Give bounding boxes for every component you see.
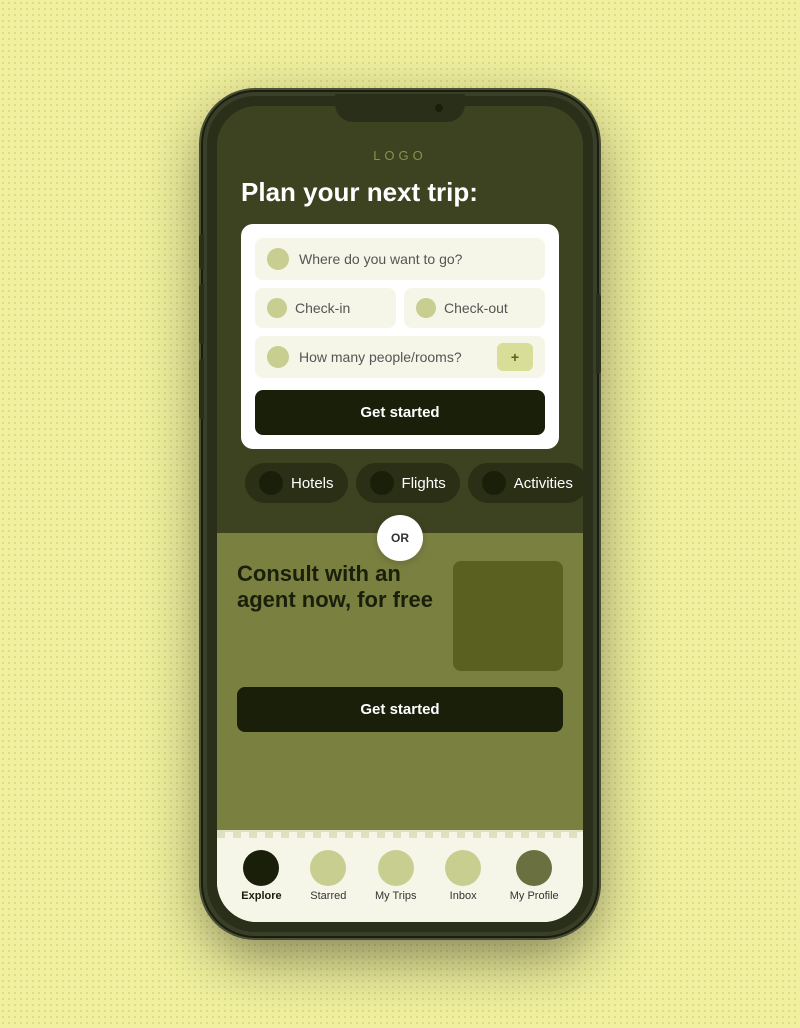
checkin-field[interactable]: Check-in — [255, 288, 396, 328]
my-profile-label: My Profile — [510, 890, 559, 902]
consult-text: Consult with an agent now, for free — [237, 561, 441, 614]
volume-up-button — [199, 284, 204, 344]
flights-icon — [370, 471, 394, 495]
activities-icon — [482, 471, 506, 495]
checkin-icon — [267, 298, 287, 318]
phone-screen: LOGO Plan your next trip: Where do you w… — [217, 106, 583, 922]
tab-flights[interactable]: Flights — [356, 463, 460, 503]
hotels-label: Hotels — [291, 475, 334, 492]
volume-down-button — [199, 359, 204, 419]
inbox-label: Inbox — [450, 890, 477, 902]
checkout-label: Check-out — [444, 300, 508, 316]
destination-icon — [267, 248, 289, 270]
people-placeholder: How many people/rooms? — [299, 349, 462, 365]
nav-item-starred[interactable]: Starred — [310, 850, 346, 902]
tab-activities[interactable]: Activities — [468, 463, 583, 503]
checkout-field[interactable]: Check-out — [404, 288, 545, 328]
category-tabs: Hotels Flights Activities — [241, 463, 559, 517]
my-trips-label: My Trips — [375, 890, 417, 902]
search-card: Where do you want to go? Check-in Check-… — [241, 224, 559, 449]
profile-icon — [516, 850, 552, 886]
phone-frame: LOGO Plan your next trip: Where do you w… — [205, 94, 595, 934]
consult-title: Consult with an agent now, for free — [237, 561, 441, 614]
people-field[interactable]: How many people/rooms? + — [255, 336, 545, 378]
explore-label: Explore — [241, 890, 281, 902]
bottom-section: OR Consult with an agent now, for free G… — [217, 533, 583, 922]
explore-icon — [243, 850, 279, 886]
date-row: Check-in Check-out — [255, 288, 545, 328]
my-trips-icon — [378, 850, 414, 886]
consult-get-started-button[interactable]: Get started — [237, 687, 563, 732]
activities-label: Activities — [514, 475, 573, 492]
mute-button — [199, 234, 204, 269]
get-started-button[interactable]: Get started — [255, 390, 545, 435]
tab-hotels[interactable]: Hotels — [245, 463, 348, 503]
destination-placeholder: Where do you want to go? — [299, 251, 462, 267]
bottom-nav-container: Explore Starred My Trips — [217, 830, 583, 922]
hotels-icon — [259, 471, 283, 495]
logo: LOGO — [241, 148, 559, 163]
notch-camera — [435, 104, 443, 112]
checkin-label: Check-in — [295, 300, 350, 316]
power-button — [596, 294, 601, 374]
checkout-icon — [416, 298, 436, 318]
starred-icon — [310, 850, 346, 886]
page-title: Plan your next trip: — [241, 177, 559, 208]
phone-notch — [335, 94, 465, 122]
starred-label: Starred — [310, 890, 346, 902]
nav-item-inbox[interactable]: Inbox — [445, 850, 481, 902]
people-stepper[interactable]: + — [497, 343, 533, 371]
nav-item-my-profile[interactable]: My Profile — [510, 850, 559, 902]
top-section: LOGO Plan your next trip: Where do you w… — [217, 106, 583, 533]
destination-field[interactable]: Where do you want to go? — [255, 238, 545, 280]
consult-image — [453, 561, 563, 671]
or-divider: OR — [377, 515, 423, 561]
nav-item-my-trips[interactable]: My Trips — [375, 850, 417, 902]
people-icon — [267, 346, 289, 368]
flights-label: Flights — [402, 475, 446, 492]
inbox-icon — [445, 850, 481, 886]
nav-item-explore[interactable]: Explore — [241, 850, 281, 902]
phone-wrapper: LOGO Plan your next trip: Where do you w… — [205, 94, 595, 934]
screen-content: LOGO Plan your next trip: Where do you w… — [217, 106, 583, 922]
bottom-nav: Explore Starred My Trips — [217, 838, 583, 922]
